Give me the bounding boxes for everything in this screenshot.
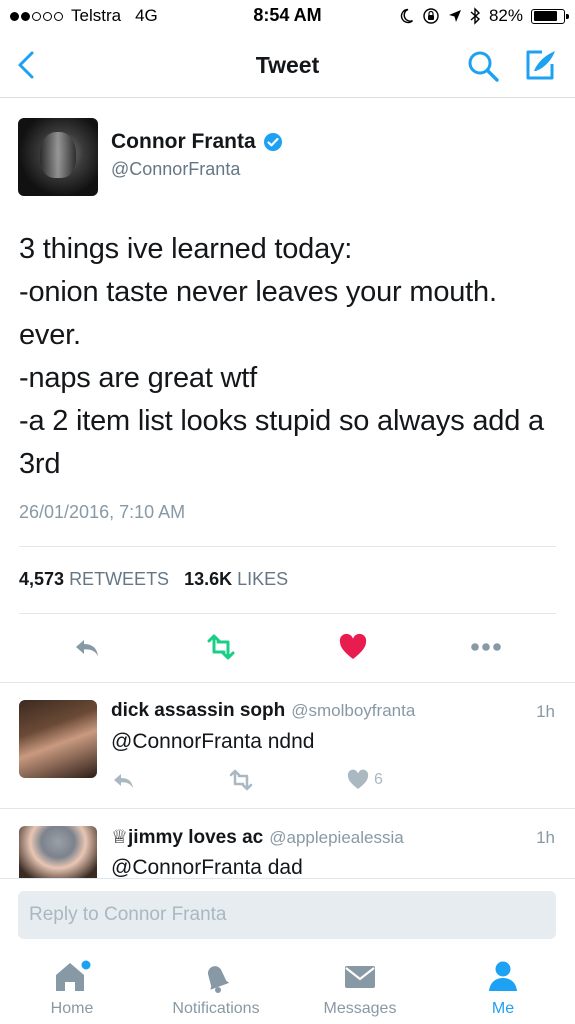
divider	[19, 546, 556, 547]
tab-bar: Home Notifications Messages Me	[0, 948, 575, 1024]
tab-notifications[interactable]: Notifications	[151, 958, 281, 1018]
battery-icon	[531, 8, 569, 24]
reply-author-handle: @applepiealessia	[269, 828, 404, 847]
divider	[19, 613, 556, 614]
reply-like-count: 6	[374, 771, 383, 788]
rotation-lock-icon	[423, 8, 439, 24]
tweet-actions	[0, 628, 575, 668]
reply-author-row[interactable]: dick assassin soph @smolboyfranta	[111, 700, 415, 722]
bluetooth-icon	[470, 7, 480, 25]
compose-icon[interactable]	[522, 47, 558, 83]
reply-text: @ConnorFranta ndnd	[111, 730, 315, 753]
person-icon	[489, 961, 517, 991]
envelope-icon	[345, 966, 375, 988]
search-icon[interactable]	[466, 49, 500, 83]
more-options-icon[interactable]	[468, 632, 504, 662]
likes-stat[interactable]: 13.6K LIKES	[184, 569, 288, 589]
tab-home[interactable]: Home	[7, 958, 137, 1018]
likes-label: LIKES	[237, 569, 289, 589]
reply-icon[interactable]	[72, 632, 102, 662]
like-heart-icon[interactable]	[338, 632, 368, 662]
author-handle[interactable]: @ConnorFranta	[111, 159, 240, 180]
reply-author-row[interactable]: ♕jimmy loves ac @applepiealessia	[111, 826, 404, 849]
location-arrow-icon	[448, 10, 461, 22]
author-name-row[interactable]: Connor Franta	[111, 130, 283, 154]
likes-count: 13.6K	[184, 569, 233, 589]
tab-me[interactable]: Me	[438, 958, 568, 1018]
author-name: Connor Franta	[111, 130, 256, 153]
do-not-disturb-icon	[400, 8, 413, 24]
reply-composer	[0, 878, 575, 948]
bell-icon	[207, 966, 230, 993]
retweets-label: RETWEETS	[69, 569, 170, 589]
like-heart-icon[interactable]	[346, 768, 370, 792]
battery-level-fill	[533, 11, 558, 21]
reply-icon[interactable]	[111, 768, 137, 792]
verified-badge-icon	[263, 133, 282, 151]
reply-input[interactable]	[18, 891, 556, 939]
tweet-stats: 4,573 RETWEETS 13.6K LIKES	[19, 569, 288, 590]
reply-author-name: dick assassin soph	[111, 700, 286, 721]
battery-percent: 82%	[488, 6, 523, 25]
retweet-icon[interactable]	[203, 632, 239, 662]
nav-bar: Tweet	[0, 32, 575, 98]
retweet-icon[interactable]	[226, 768, 256, 792]
reply-avatar[interactable]	[19, 700, 97, 778]
tab-label: Home	[50, 1000, 94, 1017]
tab-label: Messages	[323, 1000, 397, 1017]
reply-author-handle: @smolboyfranta	[291, 701, 416, 720]
reply-author-name: ♕jimmy loves ac	[111, 827, 264, 848]
tweet-text: 3 things ive learned today: -onion taste…	[19, 233, 544, 480]
reply-tweet[interactable]: ♕jimmy loves ac @applepiealessia 1h @Conn…	[0, 809, 575, 879]
retweets-stat[interactable]: 4,573 RETWEETS	[19, 569, 169, 589]
reply-text: @ConnorFranta dad	[111, 856, 303, 879]
reply-time: 1h	[536, 828, 555, 847]
reply-avatar[interactable]	[19, 826, 97, 879]
tab-messages[interactable]: Messages	[295, 958, 425, 1018]
reply-tweet[interactable]: dick assassin soph @smolboyfranta 1h @Con…	[0, 683, 575, 808]
tab-label: Me	[491, 1000, 515, 1017]
tweet-timestamp: 26/01/2016, 7:10 AM	[19, 502, 186, 522]
retweets-count: 4,573	[19, 569, 65, 589]
status-right: 82%	[398, 6, 569, 26]
tab-label: Notifications	[172, 1000, 260, 1017]
author-avatar[interactable]	[18, 118, 98, 196]
home-icon	[56, 960, 91, 991]
status-bar: Telstra 4G 8:54 AM 82%	[0, 0, 575, 32]
reply-time: 1h	[536, 702, 555, 721]
